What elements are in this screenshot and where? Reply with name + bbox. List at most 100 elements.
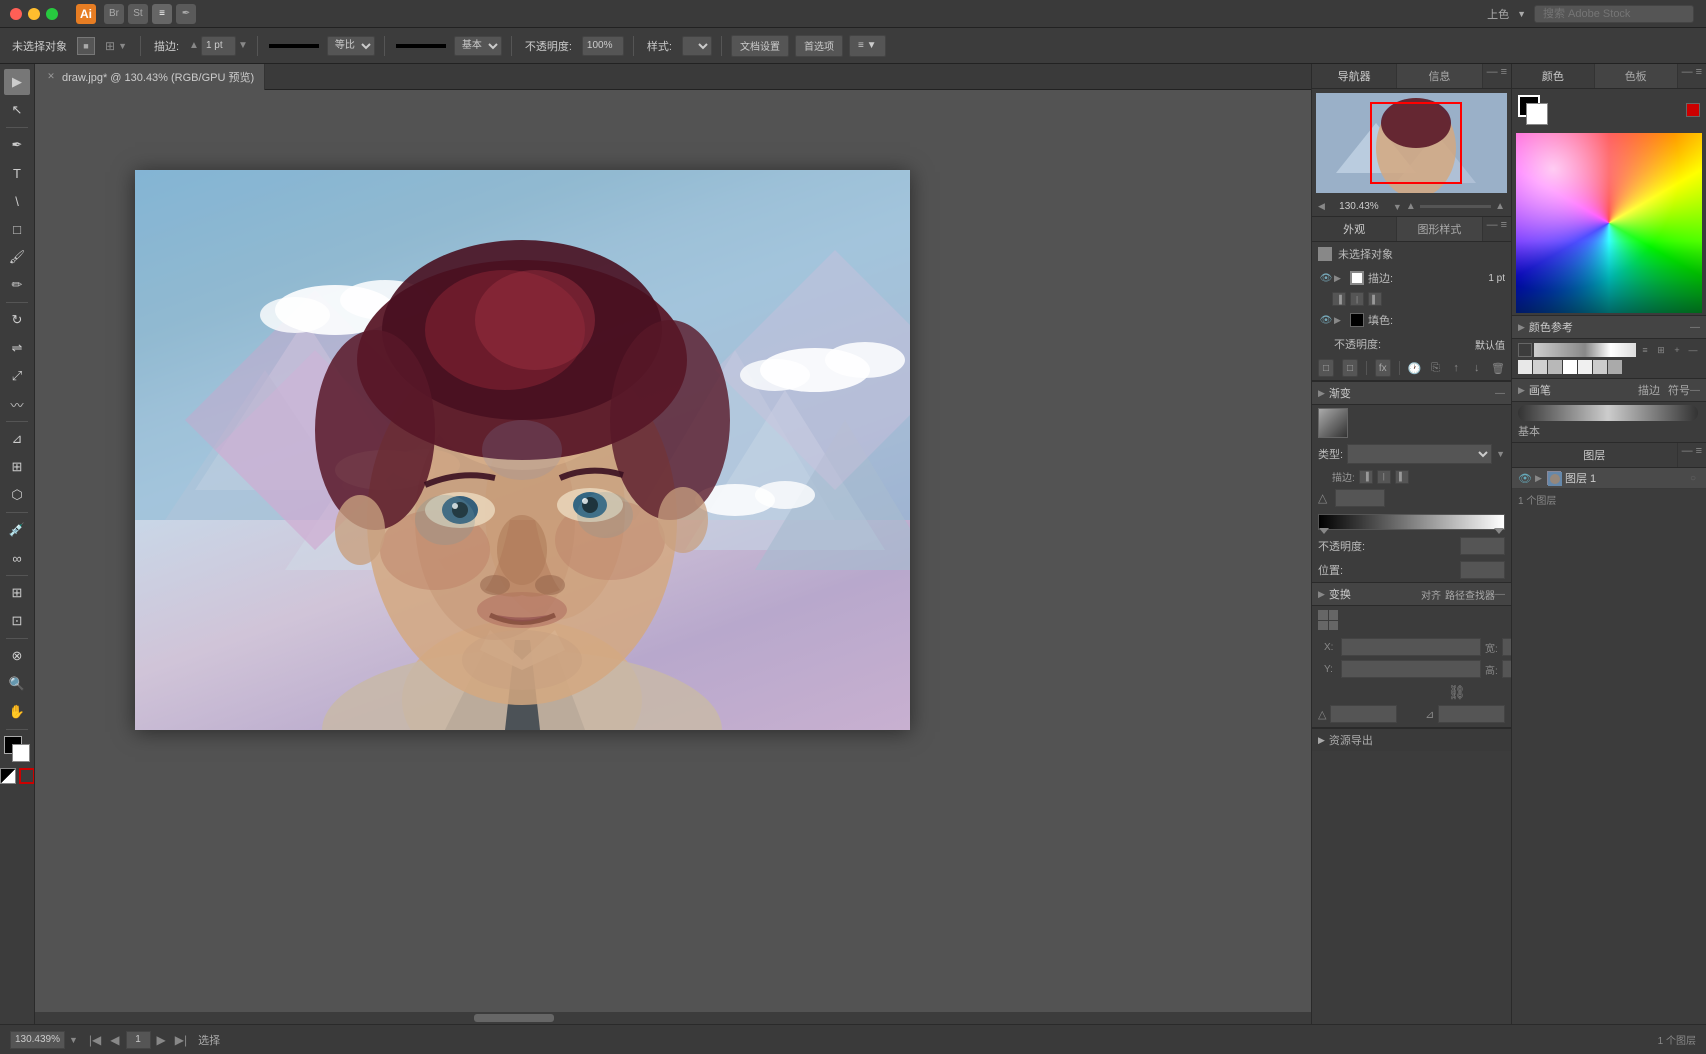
color-ref-edit-icon[interactable]: ≡ xyxy=(1638,343,1652,357)
nav-prev-btn[interactable]: ◀ xyxy=(107,1033,122,1047)
tool-warp[interactable]: 〰 xyxy=(4,391,30,417)
add-object-btn[interactable]: □ xyxy=(1342,359,1358,377)
nav-first-btn[interactable]: |◀ xyxy=(86,1033,104,1047)
current-color-box[interactable] xyxy=(1518,343,1532,357)
grad-stroke-3[interactable]: ▌ xyxy=(1395,470,1409,484)
tool-paintbrush[interactable]: 🖌 xyxy=(4,244,30,270)
opacity-input[interactable] xyxy=(582,36,624,56)
tool-freescale[interactable]: ⊞ xyxy=(4,454,30,480)
tab-br[interactable]: Br xyxy=(104,4,124,24)
tool-scale[interactable]: ⤢ xyxy=(4,363,30,389)
grad-stroke-1[interactable]: ▐ xyxy=(1359,470,1373,484)
symbol-tab-label[interactable]: 符号 xyxy=(1668,382,1690,398)
stroke-align-inside[interactable]: ▐ xyxy=(1332,292,1346,306)
resources-header[interactable]: ▶ 资源导出 xyxy=(1312,728,1511,751)
layers-menu-icon[interactable]: ≡ xyxy=(1696,445,1702,465)
bg-swatch[interactable] xyxy=(1526,103,1548,125)
grad-opacity-input[interactable] xyxy=(1460,537,1505,555)
zoom-dropdown-icon[interactable]: ▼ xyxy=(1393,202,1402,212)
stroke-color-swatch[interactable] xyxy=(1350,271,1364,285)
color-gradient-area[interactable] xyxy=(1516,133,1702,313)
layer-expand-icon[interactable]: ▶ xyxy=(1535,473,1545,484)
tool-pencil[interactable]: ✏ xyxy=(4,272,30,298)
style-select[interactable] xyxy=(682,36,712,56)
file-tab[interactable]: ✕ draw.jpg* @ 130.43% (RGB/GPU 预览) xyxy=(35,64,265,90)
status-zoom-input[interactable] xyxy=(10,1031,65,1049)
tab-swatches[interactable]: 色板 xyxy=(1595,64,1678,88)
y-input[interactable] xyxy=(1341,660,1481,678)
tab-shape-style[interactable]: 图形样式 xyxy=(1397,217,1482,241)
height-input[interactable] xyxy=(1502,660,1511,678)
transform-header[interactable]: ▶ 变换 对齐 路径查找器 — xyxy=(1312,583,1511,606)
layer-lock-icon[interactable]: ○ xyxy=(1690,473,1696,484)
gradient-type-select[interactable] xyxy=(1347,444,1492,464)
zoom-slider[interactable] xyxy=(1420,205,1491,208)
tool-blend[interactable]: ∞ xyxy=(4,545,30,571)
tool-mirror[interactable]: ⇌ xyxy=(4,335,30,361)
brush-section-header[interactable]: ▶ 画笔 描边 符号 — xyxy=(1512,379,1706,402)
color-menu-icon[interactable]: ≡ xyxy=(1696,66,1702,86)
toggle-color-mode[interactable] xyxy=(0,768,16,784)
swatch-3[interactable] xyxy=(1563,360,1577,374)
maximize-button[interactable] xyxy=(46,8,58,20)
copy-icon[interactable]: ⎘ xyxy=(1429,359,1442,377)
proportional-select[interactable]: 等比 xyxy=(327,36,375,56)
color-ref-grid-icon[interactable]: ⊞ xyxy=(1654,343,1668,357)
nav-last-btn[interactable]: ▶| xyxy=(172,1033,190,1047)
none-color[interactable] xyxy=(19,768,35,784)
link-constraint-icon[interactable]: ⛓ xyxy=(1448,684,1466,701)
tab-pen[interactable]: ✒ xyxy=(176,4,196,24)
tool-width[interactable]: ⊿ xyxy=(4,426,30,452)
fx-button[interactable]: fx xyxy=(1375,359,1391,377)
swatch-1[interactable] xyxy=(1533,360,1547,374)
panel-menu-icon[interactable]: ≡ xyxy=(1501,66,1507,86)
swatch-4[interactable] xyxy=(1578,360,1592,374)
tool-graph[interactable]: ⊞ xyxy=(4,580,30,606)
art-canvas[interactable] xyxy=(135,170,910,730)
tool-rotate[interactable]: ↻ xyxy=(4,307,30,333)
layers-minimize-icon[interactable]: — xyxy=(1682,445,1693,465)
tool-perspective[interactable]: ⬡ xyxy=(4,482,30,508)
panel-minimize-icon[interactable]: — xyxy=(1487,66,1498,86)
horizontal-scrollbar[interactable] xyxy=(35,1012,1499,1024)
stroke-stepper[interactable]: ▲ ▼ xyxy=(189,36,248,56)
tool-type[interactable]: T xyxy=(4,160,30,186)
color-ref-header[interactable]: ▶ 颜色参考 — xyxy=(1512,316,1706,339)
tool-direct-selection[interactable]: ↖ xyxy=(4,97,30,123)
adobe-stock-search[interactable] xyxy=(1534,5,1694,23)
background-color[interactable] xyxy=(12,744,30,762)
tool-slice[interactable]: ⊗ xyxy=(4,643,30,669)
transform-grid-icon[interactable] xyxy=(1318,610,1338,630)
rotation-input[interactable] xyxy=(1330,705,1397,723)
swatch-5[interactable] xyxy=(1593,360,1607,374)
close-button[interactable] xyxy=(10,8,22,20)
color-minimize-icon[interactable]: — xyxy=(1682,66,1693,86)
gradient-swatch[interactable] xyxy=(1318,408,1348,438)
canvas-area[interactable] xyxy=(35,90,1511,1024)
grad-position-input[interactable] xyxy=(1460,561,1505,579)
shear-input[interactable] xyxy=(1438,705,1505,723)
opacity-visibility-icon[interactable]: 👁 xyxy=(1318,339,1334,350)
minimize-button[interactable] xyxy=(28,8,40,20)
angle-input[interactable] xyxy=(1335,489,1385,507)
grad-stroke-2[interactable]: | xyxy=(1377,470,1391,484)
move-up-icon[interactable]: ↑ xyxy=(1450,359,1463,377)
zoom-min-icon[interactable]: ◀ xyxy=(1318,201,1325,212)
tab-color[interactable]: 颜色 xyxy=(1512,64,1595,88)
preferences-button[interactable]: 首选项 xyxy=(795,35,843,57)
stroke-value-input[interactable] xyxy=(201,36,236,56)
width-input[interactable] xyxy=(1502,638,1511,656)
add-layer-btn[interactable]: □ xyxy=(1318,359,1334,377)
tool-artboard[interactable]: ⊡ xyxy=(4,608,30,634)
tab-st[interactable]: St xyxy=(128,4,148,24)
gradient-options-icon[interactable]: — xyxy=(1495,388,1505,399)
transform-options-icon[interactable]: — xyxy=(1495,589,1505,600)
gradient-stop-left[interactable] xyxy=(1319,528,1329,534)
gradient-bar[interactable] xyxy=(1318,514,1505,530)
tab-navigator[interactable]: 导航器 xyxy=(1312,64,1397,88)
fill-color-swatch[interactable] xyxy=(1350,313,1364,327)
color-ref-options-icon[interactable]: — xyxy=(1690,322,1700,333)
tab-appearance[interactable]: 外观 xyxy=(1312,217,1397,241)
color-selector[interactable] xyxy=(4,736,30,762)
tool-rect[interactable]: □ xyxy=(4,216,30,242)
